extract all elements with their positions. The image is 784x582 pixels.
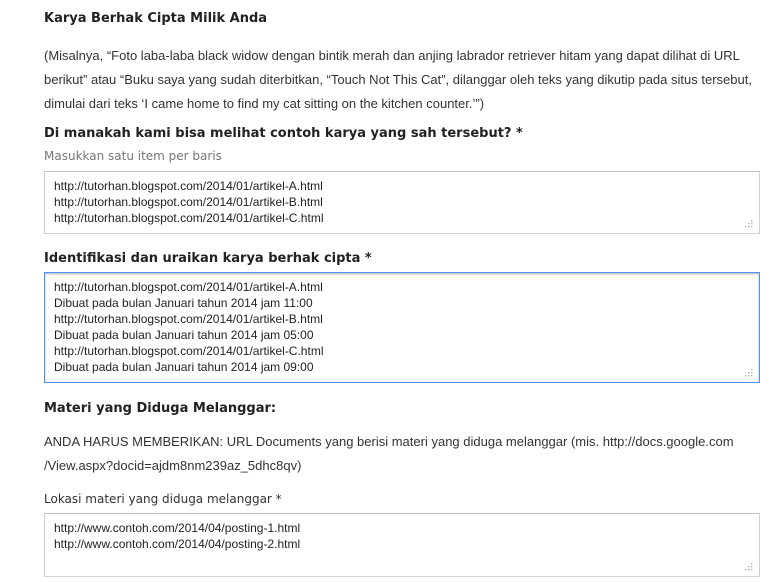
textarea-line: http://tutorhan.blogspot.com/2014/01/art… — [54, 280, 323, 294]
identify-question-label: Identifikasi dan uraikan karya berhak ci… — [44, 251, 372, 266]
infringing-notice-line: ANDA HARUS MEMBERIKAN: URL Documents yan… — [44, 434, 734, 449]
textarea-line: http://tutorhan.blogspot.com/2014/01/art… — [54, 312, 323, 326]
textarea-line: Dibuat pada bulan Januari tahun 2014 jam… — [54, 328, 314, 342]
example-paragraph-line: berikut” atau “Buku saya yang sudah dite… — [44, 72, 752, 87]
example-paragraph-line: dimulai dari teks ‘I came home to find m… — [44, 96, 485, 111]
where-question-label: Di manakah kami bisa melihat contoh kary… — [44, 126, 523, 141]
textarea-line: http://www.contoh.com/2014/04/posting-1.… — [54, 521, 301, 535]
location-question-label: Lokasi materi yang diduga melanggar * — [44, 492, 282, 506]
textarea-line: http://www.contoh.com/2014/04/posting-2.… — [54, 537, 301, 551]
example-paragraph: (Misalnya, “Foto laba-laba black widow d… — [44, 44, 752, 116]
resize-grip-icon[interactable] — [744, 219, 753, 228]
infringing-notice-line: /View.aspx?docid=ajdm8nm239az_5dhc8qv) — [44, 458, 302, 473]
example-paragraph-line: (Misalnya, “Foto laba-laba black widow d… — [44, 48, 740, 63]
textarea-line: http://tutorhan.blogspot.com/2014/01/art… — [54, 211, 324, 225]
identify-textarea[interactable]: http://tutorhan.blogspot.com/2014/01/art… — [44, 272, 760, 383]
section-title-copyrighted-work: Karya Berhak Cipta Milik Anda — [44, 11, 268, 26]
textarea-line: http://tutorhan.blogspot.com/2014/01/art… — [54, 179, 323, 193]
textarea-line: Dibuat pada bulan Januari tahun 2014 jam… — [54, 360, 314, 374]
where-textarea[interactable]: http://tutorhan.blogspot.com/2014/01/art… — [44, 171, 760, 234]
textarea-line: http://tutorhan.blogspot.com/2014/01/art… — [54, 195, 323, 209]
textarea-line: http://tutorhan.blogspot.com/2014/01/art… — [54, 344, 324, 358]
resize-grip-icon[interactable] — [744, 368, 753, 377]
location-textarea[interactable]: http://www.contoh.com/2014/04/posting-1.… — [44, 513, 760, 577]
where-question-hint: Masukkan satu item per baris — [44, 149, 222, 163]
resize-grip-icon[interactable] — [744, 562, 753, 571]
infringing-section-title: Materi yang Diduga Melanggar: — [44, 401, 277, 416]
infringing-notice: ANDA HARUS MEMBERIKAN: URL Documents yan… — [44, 430, 734, 478]
textarea-line: Dibuat pada bulan Januari tahun 2014 jam… — [54, 296, 313, 310]
